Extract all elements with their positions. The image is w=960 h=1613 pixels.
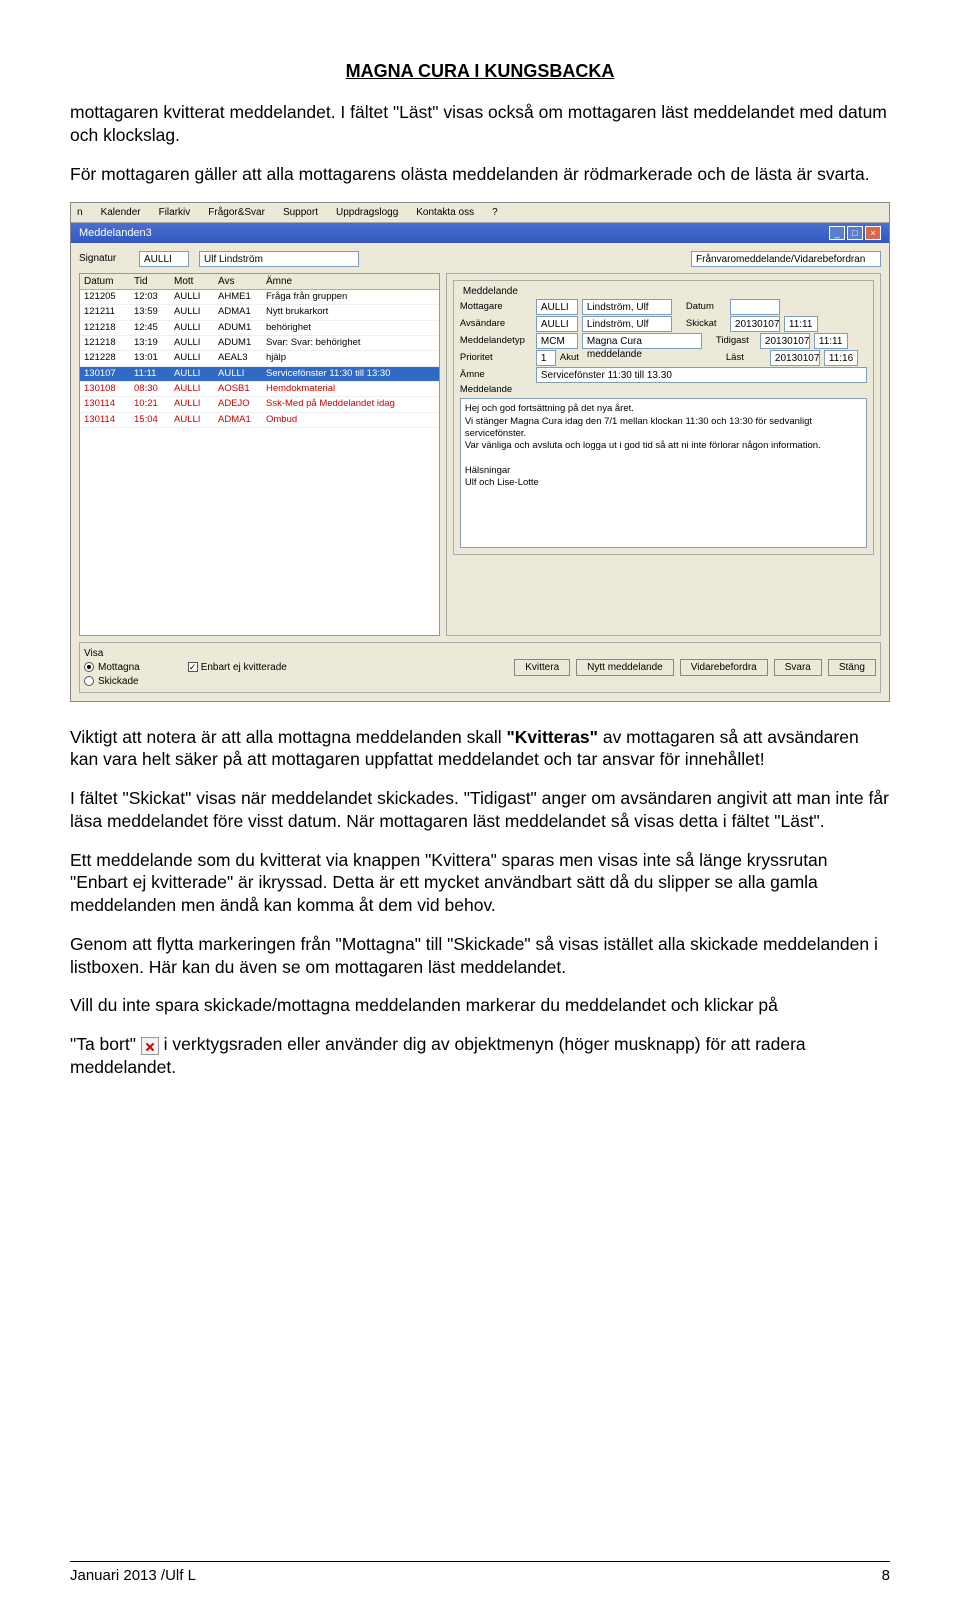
maximize-icon[interactable]: □	[847, 226, 863, 240]
datum-field	[730, 299, 780, 315]
table-row[interactable]: 12121113:59AULLIADMA1Nytt brukarkort	[80, 305, 439, 320]
medtyp-code: MCM	[536, 333, 578, 349]
datum-label: Datum	[686, 301, 726, 313]
col-tid: Tid	[134, 275, 172, 288]
col-amne: Ämne	[266, 275, 435, 288]
skickat-time: 11:11	[784, 316, 818, 332]
window-titlebar: Meddelanden3 _ □ ×	[71, 223, 889, 243]
table-row[interactable]: 13010808:30AULLIAOSB1Hemdokmaterial	[80, 382, 439, 397]
chk-enbart-label: Enbart ej kvitterade	[201, 661, 287, 674]
detail-title: Meddelande	[460, 285, 521, 298]
signatur-label: Signatur	[79, 252, 129, 265]
table-row[interactable]: 12122813:01AULLIAEAL3hjälp	[80, 351, 439, 366]
doc-header: MAGNA CURA I KUNGSBACKA	[70, 60, 890, 83]
avsandare-code: AULLI	[536, 316, 578, 332]
paragraph-3: Viktigt att notera är att alla mottagna …	[70, 726, 890, 772]
signatur-code-field[interactable]: AULLI	[139, 251, 189, 267]
medtyp-label: Meddelandetyp	[460, 335, 532, 347]
avsandare-name: Lindström, Ulf	[582, 316, 672, 332]
tidigast-date: 20130107	[760, 333, 810, 349]
prioritet-label: Prioritet	[460, 352, 532, 364]
akut-label: Akut	[560, 352, 610, 364]
skickat-date: 20130107	[730, 316, 780, 332]
kvittera-button[interactable]: Kvittera	[514, 659, 570, 676]
prioritet-value: 1	[536, 350, 556, 366]
amne-label: Ämne	[460, 369, 532, 381]
paragraph-1: mottagaren kvitterat meddelandet. I fält…	[70, 101, 890, 147]
radio-skickade[interactable]	[84, 676, 94, 686]
col-datum: Datum	[84, 275, 132, 288]
paragraph-2: För mottagaren gäller att alla mottagare…	[70, 163, 890, 186]
menu-help[interactable]: ?	[492, 206, 498, 219]
mottagare-label: Mottagare	[460, 301, 532, 313]
minimize-icon[interactable]: _	[829, 226, 845, 240]
radio-mottagna-label: Mottagna	[98, 661, 140, 674]
app-menubar: n Kalender Filarkiv Frågor&Svar Support …	[71, 203, 889, 223]
last-time: 11:16	[824, 350, 858, 366]
radio-skickade-label: Skickade	[98, 675, 139, 688]
avsandare-label: Avsändare	[460, 318, 532, 330]
stang-button[interactable]: Stäng	[828, 659, 876, 676]
table-row[interactable]: 12120512:03AULLIAHME1Fråga från gruppen	[80, 290, 439, 305]
signatur-name-field[interactable]: Ulf Lindström	[199, 251, 359, 267]
paragraph-7a: Vill du inte spara skickade/mottagna med…	[70, 994, 890, 1017]
col-avs: Avs	[218, 275, 264, 288]
footer-left: Januari 2013 /Ulf L	[70, 1566, 196, 1586]
table-row[interactable]: 13011410:21AULLIADEJOSsk-Med på Meddelan…	[80, 397, 439, 412]
delete-icon	[141, 1037, 159, 1055]
window-title: Meddelanden3	[79, 226, 152, 240]
table-row[interactable]: 12121813:19AULLIADUM1Svar: Svar: behörig…	[80, 336, 439, 351]
menu-item[interactable]: Kalender	[101, 206, 141, 219]
paragraph-5: Ett meddelande som du kvitterat via knap…	[70, 849, 890, 917]
visa-label: Visa	[84, 647, 287, 660]
menu-item[interactable]: Uppdragslogg	[336, 206, 398, 219]
vidarebefordra-button[interactable]: Vidarebefordra	[680, 659, 768, 676]
paragraph-6: Genom att flytta markeringen från "Motta…	[70, 933, 890, 979]
table-row[interactable]: 13010711:11AULLIAULLIServicefönster 11:3…	[80, 367, 439, 382]
menu-item[interactable]: Filarkiv	[159, 206, 191, 219]
last-date: 20130107	[770, 350, 820, 366]
table-row[interactable]: 13011415:04AULLIADMA1Ombud	[80, 413, 439, 428]
tidigast-label: Tidigast	[716, 335, 756, 347]
message-body: Hej och god fortsättning på det nya året…	[460, 398, 867, 548]
message-detail: Meddelande Mottagare AULLI Lindström, Ul…	[446, 273, 881, 636]
mottagare-name: Lindström, Ulf	[582, 299, 672, 315]
svara-button[interactable]: Svara	[774, 659, 822, 676]
menu-item[interactable]: Kontakta oss	[416, 206, 474, 219]
footer-page: 8	[882, 1566, 890, 1586]
skickat-label: Skickat	[686, 318, 726, 330]
menu-item[interactable]: Frågor&Svar	[208, 206, 265, 219]
radio-mottagna[interactable]	[84, 662, 94, 672]
mottagare-code: AULLI	[536, 299, 578, 315]
col-mott: Mott	[174, 275, 216, 288]
message-list[interactable]: Datum Tid Mott Avs Ämne 12120512:03AULLI…	[79, 273, 440, 636]
amne-value: Servicefönster 11:30 till 13.30	[536, 367, 867, 383]
chk-enbart[interactable]: ✓	[188, 662, 198, 672]
paragraph-7b: "Ta bort" i verktygsraden eller använder…	[70, 1033, 890, 1079]
paragraph-4: I fältet "Skickat" visas när meddelandet…	[70, 787, 890, 833]
menu-item[interactable]: Support	[283, 206, 318, 219]
close-icon[interactable]: ×	[865, 226, 881, 240]
app-screenshot: n Kalender Filarkiv Frågor&Svar Support …	[70, 202, 890, 702]
table-row[interactable]: 12121812:45AULLIADUM1behörighet	[80, 321, 439, 336]
menu-item[interactable]: n	[77, 206, 83, 219]
last-label: Läst	[726, 352, 766, 364]
nytt-meddelande-button[interactable]: Nytt meddelande	[576, 659, 674, 676]
medtyp-name: Magna Cura meddelande	[582, 333, 702, 349]
franvaro-button[interactable]: Frånvaromeddelande/Vidarebefordran	[691, 251, 881, 267]
msg-label: Meddelande	[460, 384, 532, 396]
tidigast-time: 11:11	[814, 333, 848, 349]
